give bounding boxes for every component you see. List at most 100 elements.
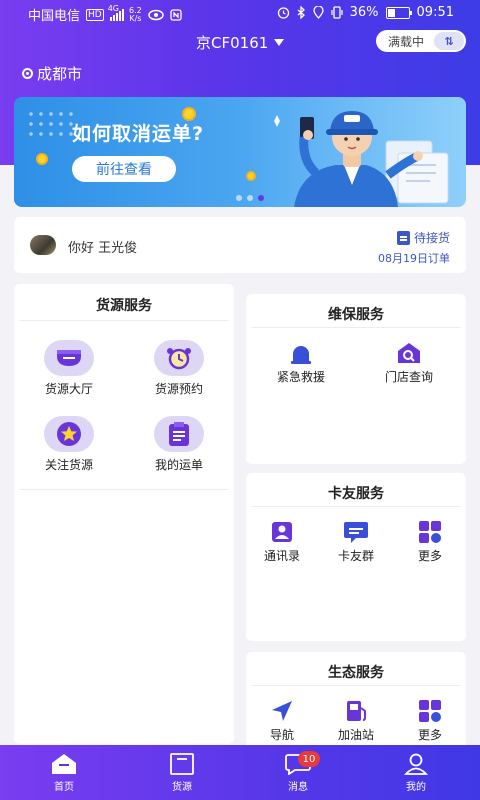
emergency-icon bbox=[289, 342, 313, 364]
trucker-group-label: 卡友群 bbox=[337, 549, 374, 563]
cargo-service-card: 货源服务 货源大厅 货源预约 关注货源 我的运单 bbox=[14, 284, 234, 744]
tab-messages-label: 消息 bbox=[288, 782, 308, 793]
status-bar: 中国电信 HD 4G 6.2 K/s 36% 09:51 bbox=[0, 0, 480, 26]
carrier-name: 中国电信 bbox=[28, 9, 81, 24]
banner-title: 如何取消运单? bbox=[72, 123, 205, 145]
more-grid-icon bbox=[418, 700, 442, 722]
greeting-card: 你好 王光俊 待接货 08月19日订单 bbox=[14, 217, 466, 273]
switch-arrows-icon: ⇅ bbox=[434, 32, 464, 50]
greeting-text: 你好 王光俊 bbox=[68, 241, 138, 256]
tab-profile[interactable]: 我的 bbox=[386, 753, 446, 793]
load-status-toggle[interactable]: 满载中 ⇅ bbox=[376, 30, 466, 52]
trucker-service-card: 卡友服务 通讯录 卡友群 更多 bbox=[246, 473, 466, 641]
star-icon bbox=[44, 416, 94, 452]
caret-down-icon bbox=[274, 39, 285, 46]
vibrate-icon bbox=[331, 6, 343, 19]
nfc-icon bbox=[170, 8, 182, 21]
pending-label: 待接货 bbox=[413, 231, 450, 245]
contacts-button[interactable]: 通讯录 bbox=[254, 521, 310, 564]
gas-station-button[interactable]: 加油站 bbox=[328, 700, 384, 743]
coin-decoration bbox=[36, 153, 48, 165]
navigation-button[interactable]: 导航 bbox=[254, 700, 310, 743]
home-icon bbox=[52, 754, 76, 774]
cargo-icon bbox=[170, 753, 194, 775]
contacts-icon bbox=[271, 521, 293, 543]
cargo-reserve-label: 货源预约 bbox=[154, 382, 203, 396]
carousel-indicator bbox=[236, 195, 264, 201]
cargo-service-title: 货源服务 bbox=[96, 298, 152, 314]
location-status-icon bbox=[312, 6, 324, 19]
eco-service-title: 生态服务 bbox=[328, 665, 384, 681]
tab-home-label: 首页 bbox=[54, 782, 74, 793]
coin-decoration bbox=[246, 171, 256, 181]
navigation-label: 导航 bbox=[269, 728, 294, 742]
carousel-dot[interactable] bbox=[247, 195, 253, 201]
clock-time: 09:51 bbox=[416, 5, 454, 20]
bottom-tab-bar: 首页 货源 消息 10 我的 bbox=[0, 745, 480, 800]
divider bbox=[252, 506, 460, 507]
eco-service-card: 生态服务 导航 加油站 更多 bbox=[246, 652, 466, 752]
location-pin-icon bbox=[22, 68, 33, 79]
plate-selector[interactable]: 京CF0161 bbox=[196, 32, 285, 53]
divider bbox=[20, 320, 228, 321]
cargo-reserve-button[interactable]: 货源预约 bbox=[148, 340, 210, 397]
tab-home[interactable]: 首页 bbox=[34, 753, 94, 793]
battery-icon bbox=[385, 6, 412, 19]
store-search-icon bbox=[396, 342, 422, 364]
maintenance-service-title: 维保服务 bbox=[328, 307, 384, 323]
store-search-button[interactable]: 门店查询 bbox=[376, 342, 442, 385]
group-chat-icon bbox=[343, 521, 369, 543]
emergency-rescue-button[interactable]: 紧急救援 bbox=[268, 342, 334, 385]
bluetooth-icon bbox=[297, 6, 305, 19]
battery-percent: 36% bbox=[349, 5, 379, 20]
banner-view-button[interactable]: 前往查看 bbox=[72, 156, 176, 182]
carousel-dot-active[interactable] bbox=[258, 195, 264, 201]
divider bbox=[252, 327, 460, 328]
promo-banner[interactable]: 如何取消运单? 前往查看 bbox=[14, 97, 466, 207]
load-status-label: 满载中 bbox=[388, 34, 425, 49]
profile-icon bbox=[403, 753, 429, 775]
gas-station-icon bbox=[344, 700, 368, 722]
tab-cargo-label: 货源 bbox=[172, 782, 192, 793]
plate-number: 京CF0161 bbox=[196, 34, 269, 52]
followed-cargo-label: 关注货源 bbox=[44, 458, 93, 472]
more-grid-icon bbox=[418, 521, 442, 543]
carousel-dot[interactable] bbox=[236, 195, 242, 201]
cargo-hall-icon bbox=[44, 340, 94, 376]
store-search-label: 门店查询 bbox=[384, 370, 433, 384]
alarm-clock-icon bbox=[154, 340, 204, 376]
avatar[interactable] bbox=[30, 235, 56, 255]
alarm-icon bbox=[277, 7, 289, 19]
tab-profile-label: 我的 bbox=[406, 782, 426, 793]
more-trucker-label: 更多 bbox=[417, 549, 442, 563]
trucker-service-title: 卡友服务 bbox=[328, 486, 384, 502]
unread-badge: 10 bbox=[298, 751, 320, 767]
cargo-hall-label: 货源大厅 bbox=[44, 382, 93, 396]
divider bbox=[252, 685, 460, 686]
navigation-icon bbox=[270, 700, 294, 722]
city-selector[interactable]: 成都市 bbox=[22, 63, 82, 84]
maintenance-service-card: 维保服务 紧急救援 门店查询 bbox=[246, 294, 466, 464]
followed-cargo-button[interactable]: 关注货源 bbox=[38, 416, 100, 473]
cargo-hall-button[interactable]: 货源大厅 bbox=[38, 340, 100, 397]
tab-messages[interactable]: 消息 10 bbox=[268, 751, 328, 793]
my-waybill-button[interactable]: 我的运单 bbox=[148, 416, 210, 473]
more-trucker-button[interactable]: 更多 bbox=[402, 521, 458, 564]
tab-cargo[interactable]: 货源 bbox=[152, 753, 212, 793]
gas-station-label: 加油站 bbox=[337, 728, 374, 742]
trucker-group-button[interactable]: 卡友群 bbox=[328, 521, 384, 564]
dot-pattern bbox=[26, 109, 76, 139]
clipboard-icon bbox=[396, 230, 410, 245]
more-eco-label: 更多 bbox=[417, 728, 442, 742]
pending-date: 08月19日订单 bbox=[378, 252, 450, 265]
my-waybill-label: 我的运单 bbox=[154, 458, 203, 472]
emergency-rescue-label: 紧急救援 bbox=[276, 370, 325, 384]
hd-icon: HD bbox=[86, 8, 104, 21]
courier-illustration bbox=[274, 111, 449, 207]
eye-icon bbox=[148, 9, 164, 20]
pending-order[interactable]: 待接货 08月19日订单 bbox=[378, 229, 450, 266]
network-type: 4G bbox=[107, 4, 120, 13]
network-speed: 6.2 K/s bbox=[129, 5, 142, 23]
more-eco-button[interactable]: 更多 bbox=[402, 700, 458, 743]
waybill-icon bbox=[154, 416, 204, 452]
